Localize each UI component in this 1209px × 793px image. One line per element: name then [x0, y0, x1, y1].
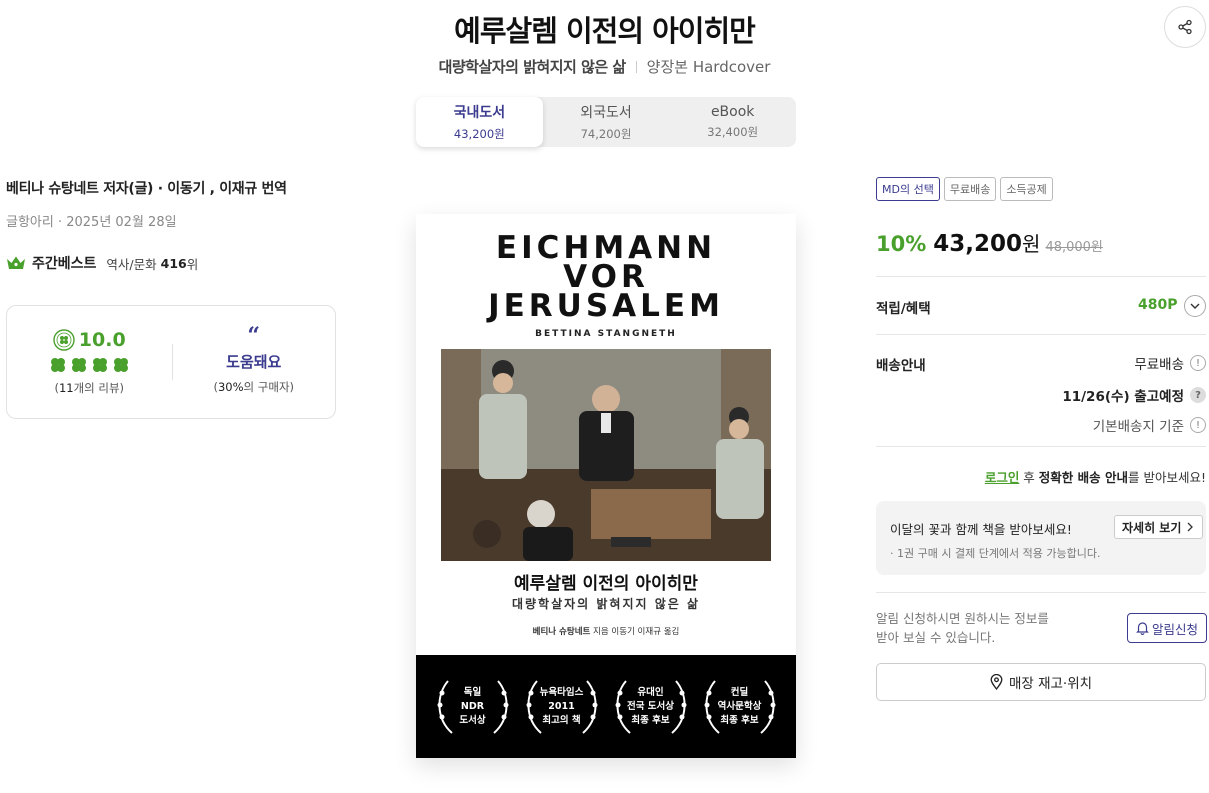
shipping-free: 무료배송! [1134, 353, 1206, 373]
info-icon[interactable]: ! [1190, 417, 1206, 433]
cover-photo [441, 349, 771, 561]
quote-icon: “ [247, 323, 261, 349]
award-text: 유대인 전국 도서상 최종 후보 [626, 686, 674, 726]
sale-price: 43,200원 [933, 231, 1041, 257]
clover-icon [113, 357, 128, 372]
tab-price: 74,200원 [580, 127, 632, 141]
store-stock-location-button[interactable]: 매장 재고·위치 [876, 663, 1206, 701]
best-rank-suffix: 위 [186, 256, 199, 272]
review-summary[interactable]: 10.0 (11개의 리뷰) “ 도움돼요 (30%의 구매자) [6, 305, 336, 419]
alarm-description: 알림 신청하시면 원하시는 정보를 받아 보실 수 있습니다. [876, 611, 1049, 645]
tab-price: 32,400원 [707, 125, 759, 139]
clover-icon [92, 357, 107, 372]
clover-icon [71, 357, 86, 372]
subtitle-row: 대량학살자의 밝혀지지 않은 삶 양장본 Hardcover [0, 56, 1209, 77]
shipping-label: 배송안내 [876, 358, 926, 374]
tab-ebook[interactable]: eBook 32,400원 [669, 97, 796, 147]
badge-md-pick: MD의 선택 [876, 177, 940, 201]
review-count: (11개의 리뷰) [54, 380, 125, 395]
chevron-down-icon [1190, 303, 1200, 309]
product-badges: MD의 선택 무료배송 소득공제 [876, 177, 1053, 201]
divider [876, 276, 1206, 277]
shipping-date: 11/26(수) 출고예정? [1062, 385, 1206, 405]
award-text: 뉴욕타임스 2011 최고의 책 [539, 686, 584, 726]
award-text: 독일 NDR 도서상 [459, 686, 486, 726]
benefits-label: 적립/혜택 [876, 301, 931, 317]
tab-label: 국내도서 [453, 105, 506, 121]
cover-awards-band: 독일 NDR 도서상 뉴욕타임스 2011 최고의 책 유대인 전국 도서상 최… [416, 655, 796, 758]
promo-note: · 1권 구매 시 결제 단계에서 적용 가능합니다. [890, 547, 1101, 560]
score-row: 10.0 [53, 329, 126, 351]
divider [876, 446, 1206, 447]
alarm-subscribe-button[interactable]: 알림신청 [1127, 613, 1208, 643]
rating-score: 10.0 [78, 328, 126, 351]
tab-label: eBook [710, 104, 755, 120]
tab-label: 외국도서 [580, 105, 632, 121]
bestseller-rank[interactable]: 주간베스트 역사/문화 416 위 [6, 253, 198, 273]
klover-badge-icon [53, 328, 75, 351]
binding-type: 양장본 Hardcover [646, 58, 771, 76]
login-link[interactable]: 로그인 [985, 470, 1020, 485]
promo-detail-button[interactable]: 자세히 보기 [1114, 515, 1204, 539]
best-category: 역사/문화 [106, 256, 157, 272]
badge-tax-deduction: 소득공제 [1000, 177, 1053, 201]
location-pin-icon [990, 674, 1003, 690]
book-subtitle: 대량학살자의 밝혀지지 않은 삶 [438, 58, 627, 76]
clover-rating [49, 357, 130, 373]
badge-free-shipping: 무료배송 [943, 177, 997, 201]
helpful-block: “ 도움돼요 (30%의 구매자) [173, 323, 336, 395]
award-laurel: 유대인 전국 도서상 최종 후보 [610, 673, 692, 741]
divider [876, 334, 1206, 335]
login-prompt: 로그인 후 정확한 배송 안내를 받아보세요! [984, 470, 1206, 485]
award-text: 컨딜 역사문학상 최종 후보 [717, 686, 762, 726]
cover-title: EICHMANN VOR JERUSALEM [488, 230, 724, 324]
cover-korean-subtitle: 대량학살자의 밝혀지지 않은 삶 [511, 597, 701, 611]
helpful-label: 도움돼요 [226, 353, 282, 371]
tab-domestic-book[interactable]: 국내도서 43,200원 [416, 97, 543, 147]
promo-banner: 이달의 꽃과 함께 책을 받아보세요! · 1권 구매 시 결제 단계에서 적용… [876, 501, 1206, 575]
tab-foreign-book[interactable]: 외국도서 74,200원 [543, 97, 670, 147]
promo-text: 이달의 꽃과 함께 책을 받아보세요! [890, 522, 1072, 537]
divider [876, 592, 1206, 593]
original-price: 48,000원 [1045, 240, 1103, 255]
rating-block: 10.0 (11개의 리뷰) [7, 329, 172, 396]
author-translator-line[interactable]: 베티나 슈탕네트 저자(글) · 이동기 , 이재규 번역 [6, 178, 287, 198]
bell-icon [1136, 622, 1149, 635]
best-label: 주간베스트 [32, 256, 97, 272]
benefits-expand-button[interactable] [1184, 295, 1206, 317]
discount-rate: 10% [876, 232, 927, 256]
book-cover-image[interactable]: EICHMANN VOR JERUSALEM BETTINA STANGNETH… [416, 214, 796, 758]
best-rank: 416 [160, 255, 187, 271]
cover-credit: 베티나 슈탕네트 지음 이동기 이재규 옮김 [532, 627, 680, 637]
page-title: 예루살렘 이전의 아이히만 [454, 14, 756, 48]
share-icon [1178, 19, 1192, 35]
award-laurel: 뉴욕타임스 2011 최고의 책 [521, 673, 603, 741]
price-row: 10% 43,200원 48,000원 [876, 228, 1103, 257]
info-icon[interactable]: ! [1190, 355, 1206, 371]
publisher-date-line: 글항아리 · 2025년 02월 28일 [6, 215, 177, 230]
helpful-ratio: (30%의 구매자) [213, 380, 295, 394]
crown-icon [7, 256, 25, 269]
share-button[interactable] [1164, 6, 1206, 48]
shipping-base: 기본배송지 기준! [1093, 415, 1206, 435]
cover-korean-title: 예루살렘 이전의 아이히만 [514, 574, 698, 594]
award-laurel: 컨딜 역사문학상 최종 후보 [699, 673, 781, 741]
chevron-right-icon [1187, 522, 1194, 532]
format-tabs: 국내도서 43,200원 외국도서 74,200원 eBook 32,400원 [416, 97, 796, 147]
help-icon[interactable]: ? [1190, 387, 1206, 403]
divider [635, 60, 637, 73]
cover-author-en: BETTINA STANGNETH [535, 329, 677, 339]
award-laurel: 독일 NDR 도서상 [432, 673, 514, 741]
tab-price: 43,200원 [453, 127, 505, 141]
reward-points: 480P [1138, 297, 1178, 313]
clover-icon [50, 357, 65, 372]
